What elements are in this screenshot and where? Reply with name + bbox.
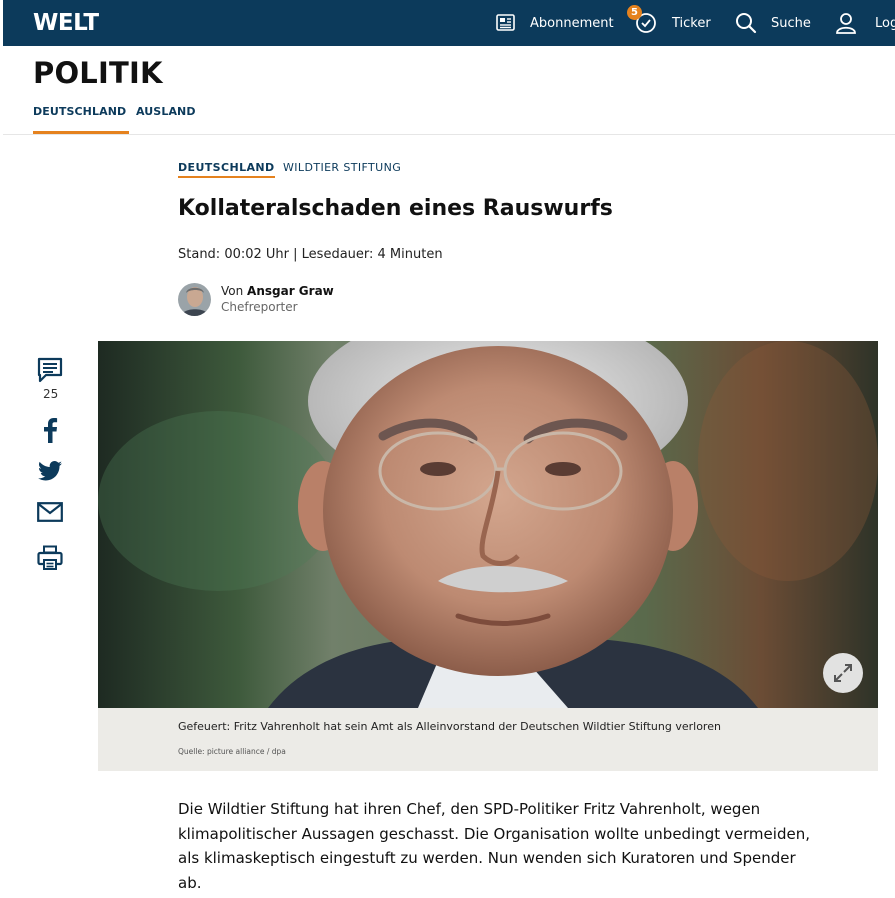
ticker-count-badge: 5 [627,5,642,20]
section-divider [3,134,895,135]
twitter-share-button[interactable] [38,461,62,485]
abonnement-button[interactable]: Abonnement [496,0,614,46]
ticker-label: Ticker [672,15,711,31]
print-icon [37,545,63,570]
page: WELT Abonnement Ticker 5 Suche Log POLIT… [0,0,895,898]
author-prefix: Von [221,284,248,298]
subnav-ausland[interactable]: AUSLAND [136,105,196,118]
author-byline: Von Ansgar Graw [221,284,334,298]
author-role: Chefreporter [221,300,298,314]
image-caption-box [98,708,878,771]
article-headline: Kollateralschaden eines Rauswurfs [178,196,613,221]
mail-share-button[interactable] [37,502,63,526]
subnav-deutschland[interactable]: DEUTSCHLAND [33,105,126,118]
author-avatar[interactable] [178,283,211,316]
ticker-button[interactable]: Ticker [635,0,711,46]
comment-icon [37,357,63,383]
search-button[interactable]: Suche [735,0,811,46]
mail-icon [37,502,63,522]
section-title[interactable]: POLITIK [33,56,163,90]
kicker-wildtier-stiftung[interactable]: WILDTIER STIFTUNG [283,161,401,174]
kicker-deutschland[interactable]: DEUTSCHLAND [178,161,275,178]
article-hero-image[interactable] [98,341,878,708]
facebook-icon [44,418,58,443]
welt-logo[interactable]: WELT [33,10,99,36]
print-button[interactable] [37,545,63,575]
facebook-share-button[interactable] [40,417,60,447]
search-label: Suche [771,15,811,31]
comment-count: 25 [43,387,59,401]
user-icon [836,13,856,34]
newspaper-icon [496,14,515,31]
article-lead: Die Wildtier Stiftung hat ihren Chef, de… [178,800,810,892]
author-name-link[interactable]: Ansgar Graw [247,284,334,298]
article-timestamp: Stand: 00:02 Uhr | Lesedauer: 4 Minuten [178,247,443,262]
expand-image-button[interactable] [823,653,863,693]
login-button[interactable]: Log [835,0,895,46]
image-caption: Gefeuert: Fritz Vahrenholt hat sein Amt … [178,720,721,733]
comments-button[interactable] [37,357,63,387]
image-source: Quelle: picture alliance / dpa [178,747,286,756]
login-label: Log [875,15,895,31]
abonnement-label: Abonnement [530,15,614,31]
expand-icon [834,664,852,682]
search-icon [736,13,757,34]
twitter-icon [38,461,62,481]
